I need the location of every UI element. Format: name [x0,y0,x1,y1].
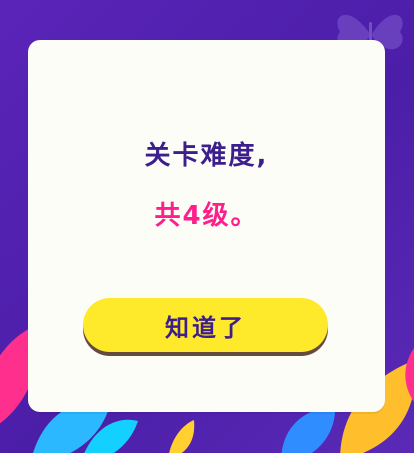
confirm-button-wrap: 知道了 [83,298,328,356]
confirm-button[interactable]: 知道了 [83,298,328,352]
leaf-icon [169,420,195,453]
dialog-overlay: 关卡难度, 共4级。 知道了 [0,0,414,453]
dialog-title: 关卡难度, [144,141,269,171]
dialog-card: 关卡难度, 共4级。 知道了 [28,40,385,412]
dialog-subtitle: 共4级。 [154,201,259,231]
leaf-icon [405,348,414,403]
